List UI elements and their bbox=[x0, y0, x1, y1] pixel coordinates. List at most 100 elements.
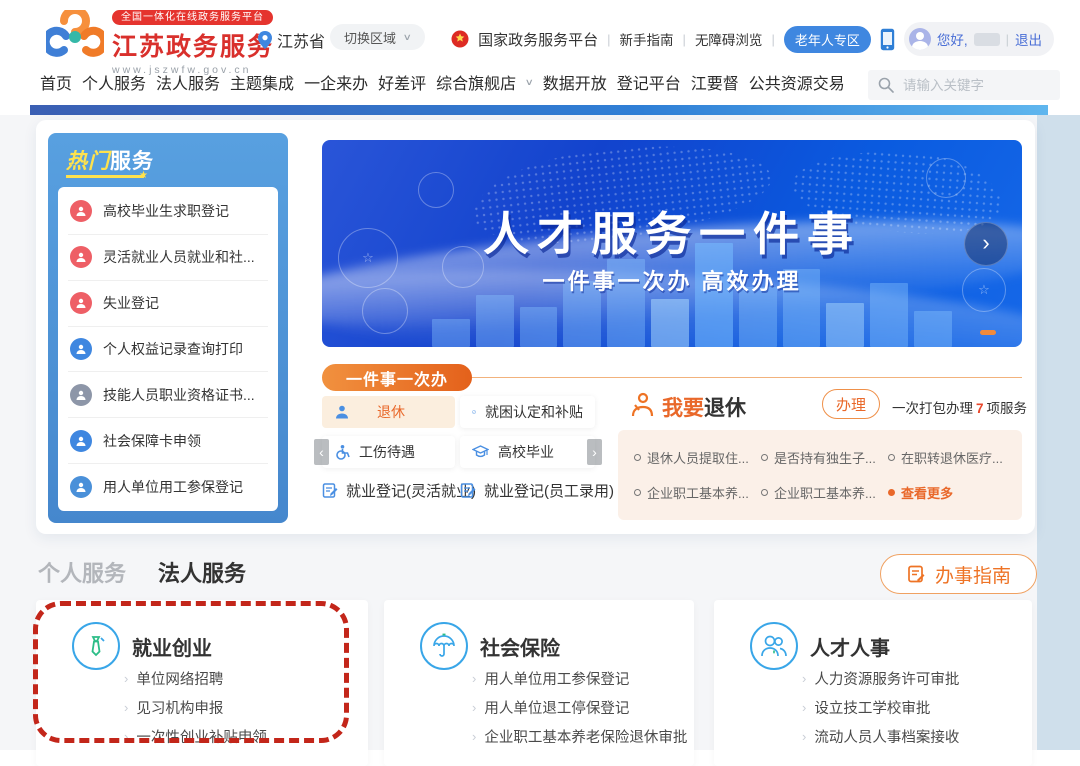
bullet-icon bbox=[761, 454, 768, 461]
nav-item-supervision[interactable]: 江要督 bbox=[691, 70, 739, 94]
view-more-link[interactable]: 查看更多 bbox=[888, 483, 1006, 502]
nav-item-personal-services[interactable]: 个人服务 bbox=[82, 70, 146, 94]
retire-item[interactable]: 是否持有独生子... bbox=[761, 448, 888, 467]
retire-items-panel: 退休人员提取住... 是否持有独生子... 在职转退休医疗... 企业职工基本养… bbox=[618, 430, 1022, 520]
service-button-hardship-subsidy[interactable]: 就困认定和补贴 bbox=[460, 396, 595, 428]
hot-item-unemployment-registration[interactable]: 失业登记 bbox=[68, 281, 268, 327]
link-accessibility[interactable]: 无障碍浏览 bbox=[695, 29, 763, 49]
service-icon bbox=[70, 476, 92, 498]
service-link-employment-reg-hire[interactable]: 就业登记(员工录用) bbox=[460, 480, 614, 501]
document-pen-icon bbox=[322, 482, 339, 499]
card-link-personnel-file-transfer[interactable]: › 流动人员人事档案接收 bbox=[802, 722, 959, 751]
guide-clipboard-icon bbox=[906, 564, 926, 584]
card-title[interactable]: 社会保险 bbox=[480, 632, 560, 661]
chevron-right-icon: › bbox=[472, 729, 476, 744]
carousel-indicator[interactable] bbox=[980, 330, 996, 335]
card-link-pension-retirement-approval[interactable]: › 企业职工基本养老保险退休审批 bbox=[472, 722, 687, 751]
card-social-insurance: 社会保险 › 用人单位用工参保登记 › 用人单位退工停保登记 › 企业职工基本养… bbox=[384, 600, 694, 766]
tab-personal-services[interactable]: 个人服务 bbox=[38, 556, 126, 588]
link-newbie-guide[interactable]: 新手指南 bbox=[620, 29, 674, 49]
nav-item-flagship-store[interactable]: 综合旗舰店 bbox=[436, 70, 516, 94]
card-link-technical-school-approval[interactable]: › 设立技工学校审批 bbox=[802, 693, 959, 722]
bullet-icon bbox=[888, 489, 895, 496]
search-input[interactable] bbox=[901, 77, 1045, 94]
card-title[interactable]: 人才人事 bbox=[810, 632, 890, 661]
national-emblem-icon bbox=[451, 30, 469, 48]
card-link-startup-subsidy[interactable]: › 一次性创业补贴申领 bbox=[124, 722, 267, 751]
chevron-right-icon: › bbox=[592, 444, 597, 460]
top-banner-strip bbox=[30, 105, 1048, 115]
nav-item-registration[interactable]: 登记平台 bbox=[617, 70, 681, 94]
bullet-icon bbox=[634, 454, 641, 461]
nav-item-home[interactable]: 首页 bbox=[40, 70, 72, 94]
switch-region-button[interactable]: 切换区域 ∨ bbox=[330, 24, 425, 50]
nav-item-public-resources[interactable]: 公共资源交易 bbox=[749, 70, 845, 94]
retire-item[interactable]: 企业职工基本养... bbox=[634, 483, 761, 502]
hot-item-employer-insurance-registration[interactable]: 用人单位用工参保登记 bbox=[68, 464, 268, 509]
banner-next-button[interactable]: › bbox=[964, 222, 1008, 266]
card-link-hr-service-license[interactable]: › 人力资源服务许可审批 bbox=[802, 664, 959, 693]
retire-item[interactable]: 企业职工基本养... bbox=[761, 483, 888, 502]
header-utility-bar: 国家政务服务平台 | 新手指南 | 无障碍浏览 | 老年人专区 您好, | 退出 bbox=[451, 22, 1054, 56]
service-button-work-injury[interactable]: 工伤待遇 bbox=[322, 436, 455, 468]
one-thing-divider bbox=[472, 377, 1022, 378]
package-count: 7 bbox=[976, 401, 984, 416]
people-icon bbox=[750, 622, 798, 670]
service-button-retirement[interactable]: 退休 bbox=[322, 396, 455, 428]
card-link-employer-insurance-stop[interactable]: › 用人单位退工停保登记 bbox=[472, 693, 687, 722]
retire-panel-title: 我要退休 bbox=[662, 392, 746, 422]
card-title[interactable]: 就业创业 bbox=[132, 632, 212, 661]
retire-item[interactable]: 退休人员提取住... bbox=[634, 448, 761, 467]
nav-item-legal-services[interactable]: 法人服务 bbox=[156, 70, 220, 94]
hero-banner[interactable]: ☆ ☆ 人才服务一件事 一件事一次办 高效办理 › bbox=[322, 140, 1022, 347]
chevron-right-icon: › bbox=[982, 230, 989, 256]
card-talent-personnel: 人才人事 › 人力资源服务许可审批 › 设立技工学校审批 › 流动人员人事档案接… bbox=[714, 600, 1032, 766]
card-links: › 人力资源服务许可审批 › 设立技工学校审批 › 流动人员人事档案接收 bbox=[802, 664, 959, 751]
caret-down-icon: ∨ bbox=[403, 32, 412, 43]
service-icon bbox=[70, 200, 92, 222]
retire-item[interactable]: 在职转退休医疗... bbox=[888, 448, 1006, 467]
nav-item-open-data[interactable]: 数据开放 bbox=[543, 70, 607, 94]
handle-retire-button[interactable]: 办理 bbox=[822, 389, 880, 419]
nav-item-enterprise[interactable]: 一企来办 bbox=[304, 70, 368, 94]
title-underline: ★ bbox=[66, 175, 144, 178]
carousel-prev-button[interactable]: ‹ bbox=[314, 439, 329, 465]
service-button-graduate[interactable]: 高校毕业 bbox=[460, 436, 595, 468]
mobile-phone-icon[interactable] bbox=[880, 28, 895, 51]
star-icon: ★ bbox=[139, 170, 148, 181]
card-link-internship-agency[interactable]: › 见习机构申报 bbox=[124, 693, 267, 722]
nav-item-rating[interactable]: 好差评 bbox=[378, 70, 426, 94]
hot-item-graduate-job-registration[interactable]: 高校毕业生求职登记 bbox=[68, 189, 268, 235]
chevron-right-icon: › bbox=[124, 700, 128, 715]
chevron-left-icon: ‹ bbox=[319, 444, 324, 460]
service-guide-button[interactable]: 办事指南 bbox=[880, 554, 1037, 594]
wheelchair-icon bbox=[334, 444, 350, 460]
document-pen-icon bbox=[460, 482, 477, 499]
hot-item-vocational-certificate[interactable]: 技能人员职业资格证书... bbox=[68, 372, 268, 418]
site-title: 江苏政务服务 bbox=[112, 27, 274, 63]
nav-item-themes[interactable]: 主题集成 bbox=[230, 70, 294, 94]
hot-item-rights-record-print[interactable]: 个人权益记录查询打印 bbox=[68, 327, 268, 373]
retire-person-icon bbox=[628, 391, 656, 419]
carousel-next-button[interactable]: › bbox=[587, 439, 602, 465]
service-icon bbox=[70, 384, 92, 406]
divider: | bbox=[607, 32, 610, 47]
divider: | bbox=[683, 32, 686, 47]
hot-item-flexible-employment[interactable]: 灵活就业人员就业和社... bbox=[68, 235, 268, 281]
region-label: 江苏省 bbox=[277, 28, 325, 52]
tab-legal-services[interactable]: 法人服务 bbox=[158, 556, 246, 588]
user-greeting: 您好, bbox=[937, 29, 968, 49]
card-link-employer-insurance-registration[interactable]: › 用人单位用工参保登记 bbox=[472, 664, 687, 693]
chevron-right-icon: › bbox=[802, 700, 806, 715]
hot-item-social-security-card[interactable]: 社会保障卡申领 bbox=[68, 418, 268, 464]
graduation-cap-icon bbox=[472, 444, 489, 460]
link-national-platform[interactable]: 国家政务服务平台 bbox=[478, 29, 598, 50]
service-link-employment-reg-flexible[interactable]: 就业登记(灵活就业) bbox=[322, 480, 476, 501]
chevron-right-icon: › bbox=[802, 729, 806, 744]
page-right-gutter bbox=[1037, 115, 1080, 750]
elderly-zone-button[interactable]: 老年人专区 bbox=[784, 26, 871, 53]
divider: | bbox=[771, 32, 774, 47]
logout-link[interactable]: 退出 bbox=[1015, 29, 1042, 49]
card-link-online-recruitment[interactable]: › 单位网络招聘 bbox=[124, 664, 267, 693]
service-icon bbox=[70, 338, 92, 360]
